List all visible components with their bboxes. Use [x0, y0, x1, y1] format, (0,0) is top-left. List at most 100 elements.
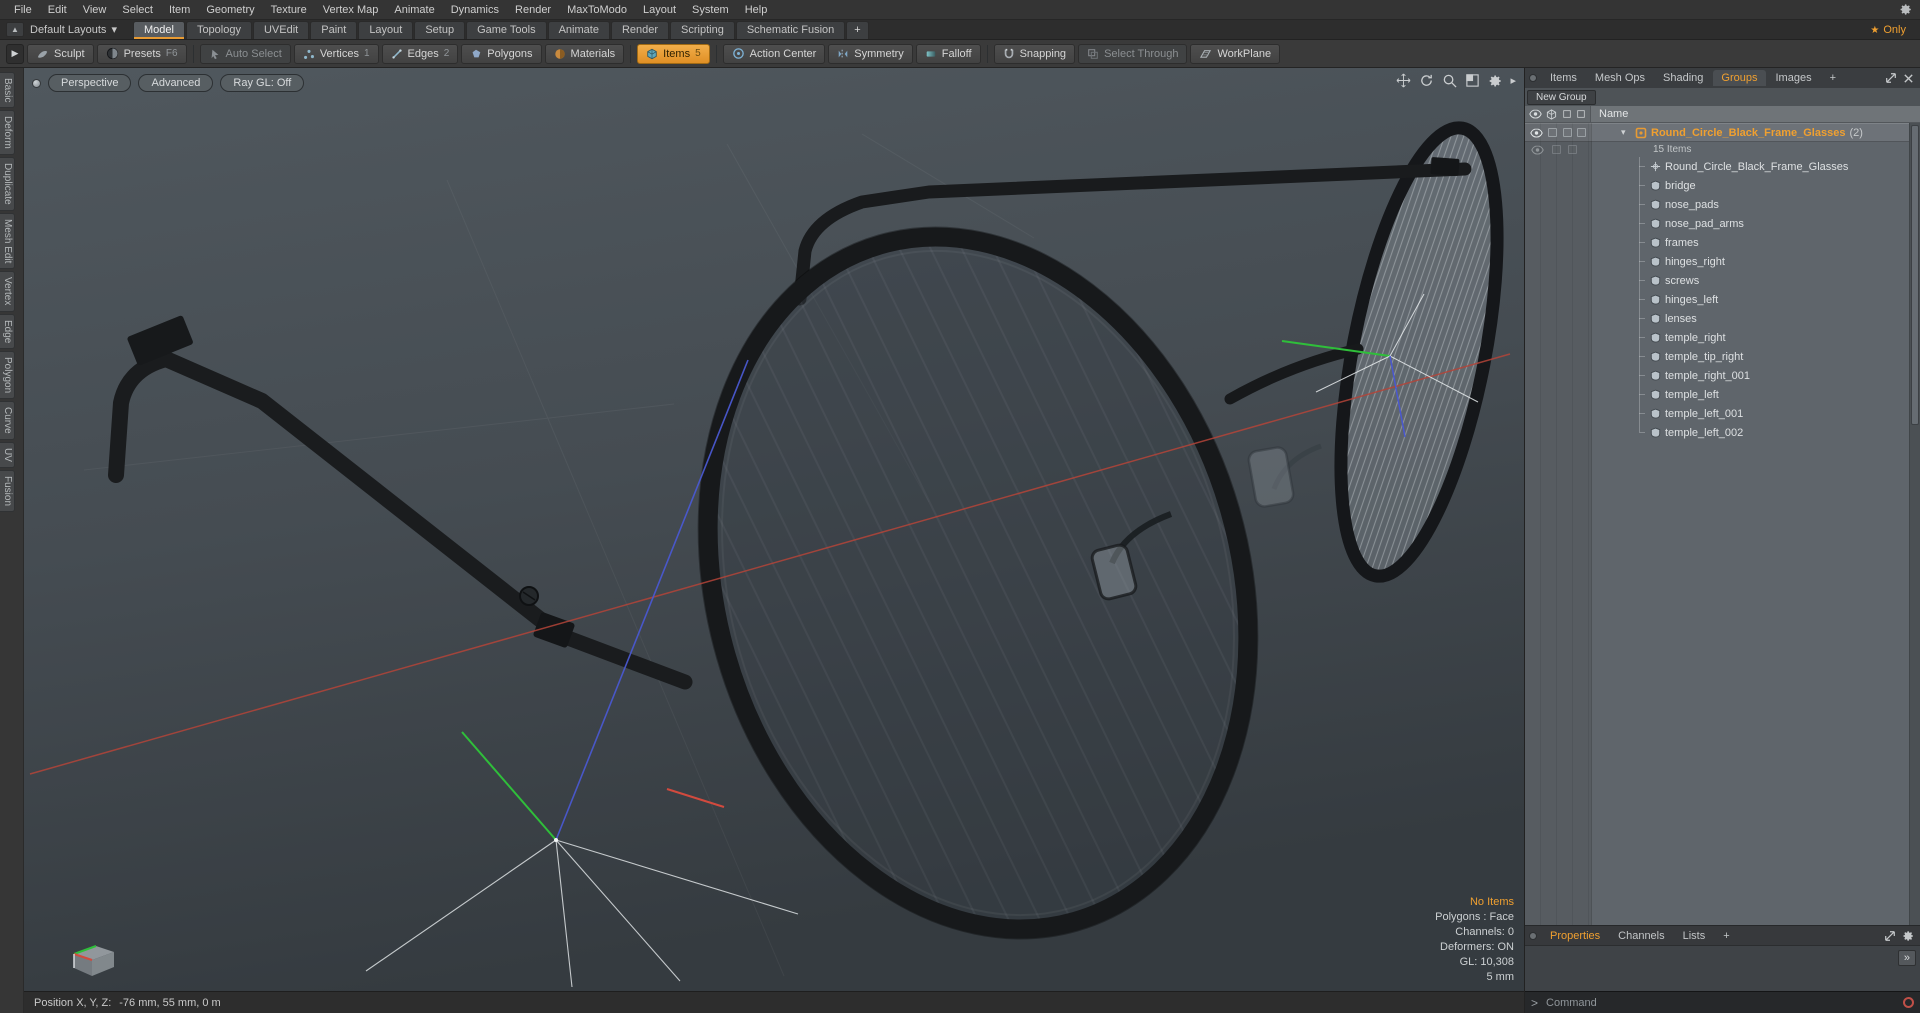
eye-icon[interactable]	[1530, 127, 1543, 138]
tree-scrollbar[interactable]	[1909, 123, 1920, 925]
toggle-checkbox[interactable]	[1551, 145, 1561, 154]
tab-shading[interactable]: Shading	[1655, 70, 1711, 86]
group-item-row[interactable]: frames	[1525, 233, 1920, 252]
tab-animate[interactable]: Animate	[547, 21, 610, 39]
add-panel-tab-button[interactable]: +	[1822, 70, 1844, 86]
menu-edit[interactable]: Edit	[40, 2, 75, 18]
menu-render[interactable]: Render	[507, 2, 559, 18]
auto-select-button[interactable]: Auto Select	[199, 43, 291, 64]
rotate-icon[interactable]	[1419, 73, 1434, 88]
menu-layout[interactable]: Layout	[635, 2, 684, 18]
toolbox-tab-mesh-edit[interactable]: Mesh Edit	[0, 212, 15, 270]
group-item-row[interactable]: bridge	[1525, 176, 1920, 195]
add-properties-tab-button[interactable]: +	[1715, 928, 1737, 944]
toggle-checkbox[interactable]	[1548, 128, 1558, 137]
menu-animate[interactable]: Animate	[386, 2, 442, 18]
tab-items[interactable]: Items	[1542, 70, 1585, 86]
tab-mesh-ops[interactable]: Mesh Ops	[1587, 70, 1653, 86]
toolbox-tab-basic[interactable]: Basic	[0, 72, 15, 109]
eye-icon[interactable]	[1531, 144, 1544, 155]
presets-button[interactable]: Presets F6	[96, 43, 187, 64]
menu-maxtomodo[interactable]: MaxToModo	[559, 2, 635, 18]
viewport-gear-icon[interactable]	[1488, 74, 1502, 88]
maximize-icon[interactable]	[1465, 73, 1480, 88]
expand-panel-icon[interactable]	[1883, 72, 1899, 84]
visibility-column-icon[interactable]	[1529, 109, 1542, 119]
menu-item[interactable]: Item	[161, 2, 198, 18]
group-item-row[interactable]: temple_right	[1525, 328, 1920, 347]
toolbox-tab-deform[interactable]: Deform	[0, 110, 15, 156]
layout-switcher[interactable]: Default Layouts ▾	[28, 23, 123, 39]
pan-icon[interactable]	[1396, 73, 1411, 88]
lock-column-icon[interactable]	[1562, 109, 1572, 119]
toggle-checkbox[interactable]	[1568, 145, 1578, 154]
viewport-menu-arrow-icon[interactable]: ▸	[1510, 74, 1516, 87]
toolbox-tab-curve[interactable]: Curve	[0, 401, 15, 440]
group-item-row[interactable]: temple_tip_right	[1525, 347, 1920, 366]
toolbox-tab-duplicate[interactable]: Duplicate	[0, 157, 15, 211]
disclosure-icon[interactable]: ▾	[1621, 127, 1631, 138]
panel-handle-icon[interactable]	[1529, 74, 1537, 82]
tab-topology[interactable]: Topology	[185, 21, 252, 39]
tab-layout[interactable]: Layout	[358, 21, 414, 39]
render-column-icon[interactable]	[1546, 108, 1557, 120]
vertices-mode-button[interactable]: Vertices 1	[293, 43, 379, 64]
tab-images[interactable]: Images	[1768, 70, 1820, 86]
action-center-button[interactable]: Action Center	[722, 43, 826, 64]
tab-channels[interactable]: Channels	[1610, 928, 1672, 944]
only-toggle[interactable]: ★ Only	[1862, 24, 1914, 39]
tab-setup[interactable]: Setup	[414, 21, 466, 39]
toolbox-tab-fusion[interactable]: Fusion	[0, 469, 15, 512]
group-item-row[interactable]: temple_left_002	[1525, 423, 1920, 442]
menu-geometry[interactable]: Geometry	[198, 2, 262, 18]
ray-gl-button[interactable]: Ray GL: Off	[220, 74, 305, 92]
materials-mode-button[interactable]: Materials	[544, 43, 625, 64]
tab-game-tools[interactable]: Game Tools	[466, 21, 547, 39]
viewport-3d[interactable]: Perspective Advanced Ray GL: Off ▸ No It…	[24, 68, 1524, 991]
polygons-mode-button[interactable]: Polygons	[461, 43, 542, 64]
falloff-button[interactable]: Falloff	[915, 43, 981, 64]
edges-mode-button[interactable]: Edges 2	[381, 43, 459, 64]
group-item-row[interactable]: nose_pads	[1525, 195, 1920, 214]
menu-view[interactable]: View	[75, 2, 115, 18]
tab-paint[interactable]: Paint	[310, 21, 358, 39]
menu-file[interactable]: File	[6, 2, 40, 18]
scrollbar-thumb[interactable]	[1911, 125, 1919, 425]
perspective-button[interactable]: Perspective	[48, 74, 132, 92]
filter-column-icon[interactable]	[1576, 109, 1586, 119]
command-input[interactable]	[1544, 995, 1897, 1010]
group-item-row[interactable]: screws	[1525, 271, 1920, 290]
panel-gear-icon[interactable]	[1900, 930, 1916, 942]
group-item-row[interactable]: temple_right_001	[1525, 366, 1920, 385]
close-panel-icon[interactable]	[1901, 73, 1916, 84]
toolbar-overflow-button[interactable]: ▶	[6, 43, 24, 64]
menu-dynamics[interactable]: Dynamics	[443, 2, 507, 18]
toolbox-tab-vertex[interactable]: Vertex	[0, 271, 15, 312]
menu-help[interactable]: Help	[737, 2, 776, 18]
viewport-mode-icon[interactable]	[32, 78, 41, 88]
record-icon[interactable]	[1903, 997, 1914, 1008]
zoom-icon[interactable]	[1442, 73, 1457, 88]
panel-handle-icon[interactable]	[1529, 931, 1537, 940]
gear-icon[interactable]	[1896, 2, 1914, 18]
workplane-button[interactable]: WorkPlane	[1190, 43, 1281, 64]
group-item-row[interactable]: lenses	[1525, 309, 1920, 328]
toolbox-tab-uv[interactable]: UV	[0, 441, 15, 468]
toggle-checkbox[interactable]	[1577, 128, 1587, 137]
menu-system[interactable]: System	[684, 2, 737, 18]
symmetry-button[interactable]: Symmetry	[828, 43, 913, 64]
menu-select[interactable]: Select	[114, 2, 161, 18]
tab-scripting[interactable]: Scripting	[670, 21, 735, 39]
snapping-button[interactable]: Snapping	[993, 43, 1076, 64]
toggle-checkbox[interactable]	[1562, 128, 1572, 137]
menu-texture[interactable]: Texture	[263, 2, 315, 18]
items-mode-button[interactable]: Items 5	[637, 43, 710, 64]
tab-lists[interactable]: Lists	[1675, 928, 1714, 944]
group-item-row[interactable]: temple_left_001	[1525, 404, 1920, 423]
tab-groups[interactable]: Groups	[1713, 70, 1766, 86]
toolbox-tab-polygon[interactable]: Polygon	[0, 351, 15, 400]
tab-render[interactable]: Render	[610, 21, 670, 39]
shading-advanced-button[interactable]: Advanced	[138, 74, 214, 92]
tab-schematic-fusion[interactable]: Schematic Fusion	[735, 21, 846, 39]
group-item-row[interactable]: nose_pad_arms	[1525, 214, 1920, 233]
